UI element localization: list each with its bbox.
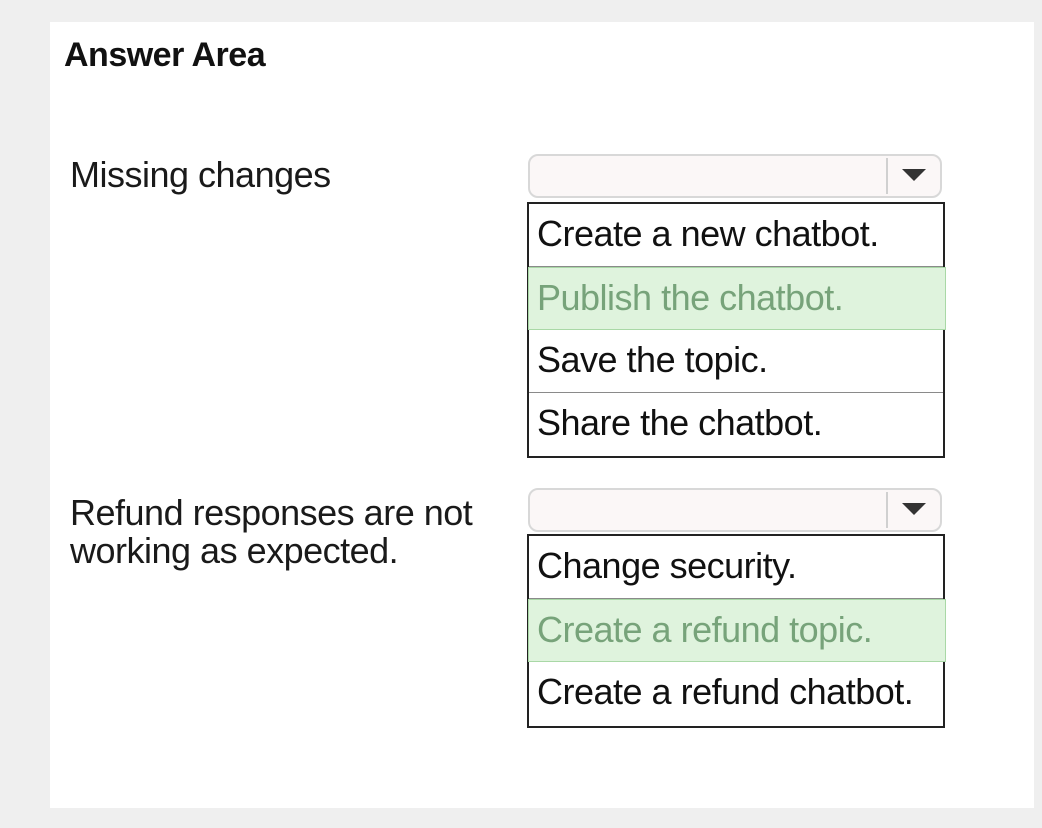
option-publish-chatbot[interactable]: Publish the chatbot.	[528, 267, 946, 330]
missing-changes-dropdown[interactable]	[528, 154, 942, 198]
answer-area-title: Answer Area	[64, 36, 266, 74]
option-share-chatbot[interactable]: Share the chatbot.	[529, 393, 943, 456]
question-missing-changes-label: Missing changes	[70, 154, 331, 195]
refund-responses-options: Change security. Create a refund topic. …	[527, 534, 946, 728]
chevron-down-icon[interactable]	[902, 503, 926, 515]
option-save-topic[interactable]: Save the topic.	[529, 330, 943, 393]
option-create-refund-topic[interactable]: Create a refund topic.	[528, 599, 946, 662]
missing-changes-options: Create a new chatbot. Publish the chatbo…	[527, 202, 946, 458]
dropdown-divider	[886, 158, 888, 194]
option-change-security[interactable]: Change security.	[529, 536, 943, 599]
dropdown-divider	[886, 492, 888, 528]
refund-responses-dropdown[interactable]	[528, 488, 942, 532]
option-create-new-chatbot[interactable]: Create a new chatbot.	[529, 204, 943, 267]
chevron-down-icon[interactable]	[902, 169, 926, 181]
question-refund-responses-label: Refund responses are not working as expe…	[70, 492, 473, 571]
answer-area-panel: Answer Area Missing changes Create a new…	[50, 22, 1034, 808]
option-create-refund-chatbot[interactable]: Create a refund chatbot.	[529, 662, 943, 725]
